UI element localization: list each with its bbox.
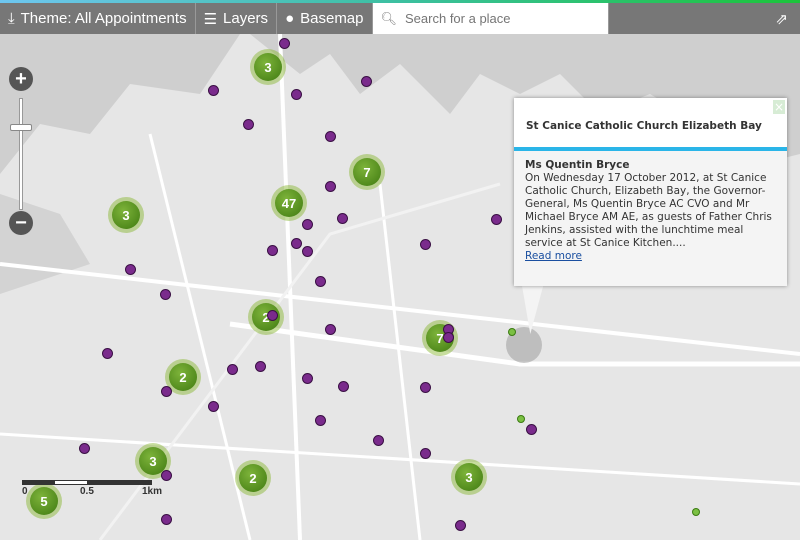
appointment-marker[interactable]: [443, 332, 454, 343]
appointment-marker[interactable]: [267, 245, 278, 256]
appointment-marker[interactable]: [125, 264, 136, 275]
appointment-marker[interactable]: [315, 415, 326, 426]
search-input[interactable]: [405, 11, 596, 26]
cluster-marker[interactable]: 2: [248, 299, 284, 335]
list-icon: ☰: [203, 10, 218, 28]
appointment-marker[interactable]: [243, 119, 254, 130]
appointment-marker[interactable]: [291, 89, 302, 100]
cluster-count: 3: [455, 463, 483, 491]
appointment-marker[interactable]: [361, 76, 372, 87]
share-button[interactable]: ⇗: [763, 10, 800, 28]
appointment-marker[interactable]: [302, 246, 313, 257]
location-pin[interactable]: [517, 415, 525, 423]
cluster-marker[interactable]: 7: [349, 154, 385, 190]
cluster-marker[interactable]: 3: [108, 197, 144, 233]
cluster-count: 3: [254, 53, 282, 81]
cluster-marker[interactable]: 2: [235, 460, 271, 496]
cluster-count: 3: [112, 201, 140, 229]
cluster-marker[interactable]: 3: [250, 49, 286, 85]
appointment-marker[interactable]: [279, 38, 290, 49]
appointment-marker[interactable]: [208, 85, 219, 96]
appointment-marker[interactable]: [161, 514, 172, 525]
appointment-marker[interactable]: [267, 310, 278, 321]
download-icon: ⤓: [8, 10, 15, 27]
popup-title: St Canice Catholic Church Elizabeth Bay: [514, 98, 787, 151]
basemap-label: Basemap: [300, 10, 364, 27]
globe-icon: ●: [285, 10, 295, 27]
layers-button[interactable]: ☰ Layers: [196, 3, 278, 34]
cluster-marker[interactable]: 3: [451, 459, 487, 495]
appointment-marker[interactable]: [302, 373, 313, 384]
scale-label: 0.5: [80, 486, 94, 497]
zoom-in-button[interactable]: +: [9, 67, 33, 91]
appointment-marker[interactable]: [455, 520, 466, 531]
cluster-count: 2: [239, 464, 267, 492]
popup-text: On Wednesday 17 October 2012, at St Cani…: [525, 172, 772, 249]
appointment-marker[interactable]: [325, 131, 336, 142]
theme-label: Theme: All Appointments: [20, 10, 187, 27]
zoom-slider-thumb[interactable]: [10, 124, 32, 131]
appointment-marker[interactable]: [526, 424, 537, 435]
share-icon: ⇗: [775, 10, 788, 28]
cluster-count: 47: [275, 189, 303, 217]
appointment-marker[interactable]: [208, 401, 219, 412]
zoom-slider[interactable]: [19, 98, 23, 210]
popup-person: Ms Quentin Bryce: [525, 159, 630, 171]
appointment-marker[interactable]: [325, 181, 336, 192]
appointment-marker[interactable]: [325, 324, 336, 335]
appointment-marker[interactable]: [420, 448, 431, 459]
scale-label: 0: [22, 486, 28, 497]
appointment-marker[interactable]: [315, 276, 326, 287]
search-box: 🔍︎: [372, 3, 609, 34]
appointment-marker[interactable]: [491, 214, 502, 225]
toolbar: ⤓ Theme: All Appointments ☰ Layers ● Basema…: [0, 3, 800, 34]
appointment-marker[interactable]: [79, 443, 90, 454]
appointment-marker[interactable]: [420, 382, 431, 393]
read-more-link[interactable]: Read more: [525, 250, 582, 262]
appointment-marker[interactable]: [227, 364, 238, 375]
appointment-marker[interactable]: [337, 213, 348, 224]
cluster-count: 2: [169, 363, 197, 391]
appointment-marker[interactable]: [102, 348, 113, 359]
search-icon: 🔍︎: [380, 10, 398, 26]
appointment-marker[interactable]: [420, 239, 431, 250]
scale-bar: 0 0.5 1km: [22, 480, 172, 497]
appointment-marker[interactable]: [291, 238, 302, 249]
theme-button[interactable]: ⤓ Theme: All Appointments: [0, 3, 196, 34]
appointment-marker[interactable]: [160, 289, 171, 300]
close-icon[interactable]: ×: [773, 100, 785, 114]
appointment-marker[interactable]: [338, 381, 349, 392]
basemap-button[interactable]: ● Basemap: [277, 3, 373, 34]
layers-label: Layers: [223, 10, 269, 27]
location-pin[interactable]: [692, 508, 700, 516]
cluster-count: 7: [353, 158, 381, 186]
appointment-marker[interactable]: [161, 386, 172, 397]
scale-label: 1km: [142, 486, 163, 497]
appointment-marker[interactable]: [255, 361, 266, 372]
appointment-marker[interactable]: [373, 435, 384, 446]
info-popup: × St Canice Catholic Church Elizabeth Ba…: [514, 98, 787, 286]
appointment-marker[interactable]: [302, 219, 313, 230]
zoom-out-button[interactable]: −: [9, 211, 33, 235]
cluster-marker[interactable]: 47: [271, 185, 307, 221]
